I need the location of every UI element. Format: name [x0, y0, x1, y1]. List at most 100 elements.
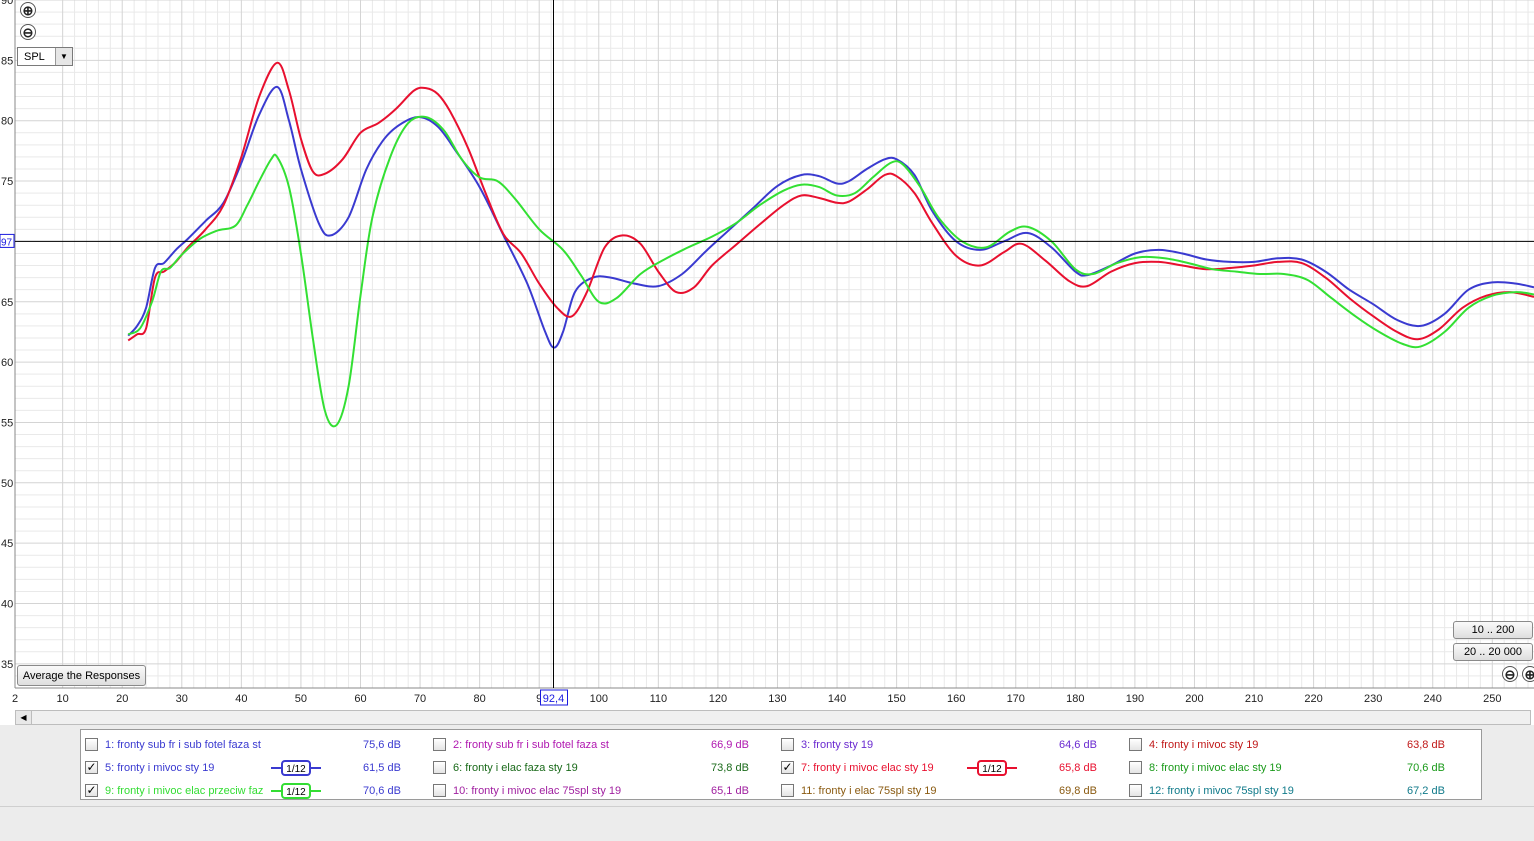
- legend-label: 7: fronty i mivoc elac sty 19: [801, 762, 934, 774]
- x-tick-label: 180: [1066, 693, 1084, 705]
- legend-checkbox[interactable]: ✓: [85, 784, 98, 797]
- legend-item-5[interactable]: ✓ 5: fronty i mivoc sty 19 1/12 61,5 dB: [85, 759, 430, 779]
- legend-label: 8: fronty i mivoc elac sty 19: [1149, 762, 1282, 774]
- legend-item-8[interactable]: 8: fronty i mivoc elac sty 19 70,6 dB: [1129, 759, 1474, 779]
- measurement-legend: 1: fronty sub fr i sub fotel faza st 75,6…: [80, 729, 1482, 800]
- legend-value: 67,2 dB: [1407, 785, 1445, 797]
- legend-value: 61,5 dB: [363, 762, 401, 774]
- legend-item-11[interactable]: 11: fronty i elac 75spl sty 19 69,8 dB: [781, 782, 1126, 802]
- scroll-left-icon[interactable]: ◀: [16, 711, 32, 724]
- horizontal-scrollbar[interactable]: ◀: [15, 710, 1531, 725]
- zoom-out-x-icon[interactable]: ⊖: [1502, 666, 1518, 682]
- legend-value: 73,8 dB: [711, 762, 749, 774]
- legend-label: 10: fronty i mivoc elac 75spl sty 19: [453, 785, 622, 797]
- zoom-in-x-icon[interactable]: ⊕: [1522, 666, 1534, 682]
- legend-item-12[interactable]: 12: fronty i mivoc 75spl sty 19 67,2 dB: [1129, 782, 1474, 802]
- x-tick-label: 250: [1483, 693, 1501, 705]
- legend-label: 9: fronty i mivoc elac przeciw faz: [105, 785, 264, 797]
- x-tick-label: 20: [116, 693, 128, 705]
- legend-checkbox[interactable]: [781, 784, 794, 797]
- range-20-20000-button[interactable]: 20 .. 20 000: [1453, 643, 1533, 661]
- x-tick-label: 130: [768, 693, 786, 705]
- y-tick-label: 55: [1, 417, 13, 429]
- cursor-y-readout: 97: [1, 237, 13, 248]
- legend-value: 75,6 dB: [363, 739, 401, 751]
- legend-label: 11: fronty i elac 75spl sty 19: [801, 785, 937, 797]
- legend-value: 65,8 dB: [1059, 762, 1097, 774]
- legend-checkbox[interactable]: [433, 738, 446, 751]
- x-tick-label: 220: [1304, 693, 1322, 705]
- x-tick-label: 30: [176, 693, 188, 705]
- x-tick-label: 110: [650, 693, 668, 705]
- x-tick-label: 200: [1185, 693, 1203, 705]
- smoothing-indicator[interactable]: 1/12: [967, 759, 1017, 777]
- legend-label: 5: fronty i mivoc sty 19: [105, 762, 215, 774]
- status-bar: [0, 806, 1534, 841]
- x-tick-label: 160: [947, 693, 965, 705]
- legend-label: 4: fronty i mivoc sty 19: [1149, 739, 1259, 751]
- legend-label: 3: fronty sty 19: [801, 739, 874, 751]
- x-tick-label: 80: [474, 693, 486, 705]
- legend-label: 6: fronty i elac faza sty 19: [453, 762, 578, 774]
- legend-checkbox[interactable]: [1129, 738, 1142, 751]
- legend-item-2[interactable]: 2: fronty sub fr i sub fotel faza st 66,9…: [433, 736, 778, 756]
- smoothing-label: 1/12: [286, 787, 306, 798]
- spl-select-value: SPL: [24, 51, 45, 63]
- smoothing-label: 1/12: [982, 764, 1002, 775]
- x-tick-label: 140: [828, 693, 846, 705]
- y-tick-label: 65: [1, 297, 13, 309]
- zoom-out-icon[interactable]: ⊖: [20, 24, 36, 40]
- y-tick-label: 40: [1, 599, 13, 611]
- x-tick-label: 190: [1126, 693, 1144, 705]
- x-tick-label: 210: [1245, 693, 1263, 705]
- spl-select[interactable]: SPL ▼: [17, 47, 73, 66]
- y-tick-label: 60: [1, 357, 13, 369]
- legend-value: 66,9 dB: [711, 739, 749, 751]
- smoothing-indicator[interactable]: 1/12: [271, 782, 321, 800]
- plot-background: [15, 0, 1534, 688]
- smoothing-label: 1/12: [286, 764, 306, 775]
- legend-value: 70,6 dB: [363, 785, 401, 797]
- legend-checkbox[interactable]: [1129, 761, 1142, 774]
- legend-checkbox[interactable]: ✓: [85, 761, 98, 774]
- legend-value: 70,6 dB: [1407, 762, 1445, 774]
- range-10-200-button[interactable]: 10 .. 200: [1453, 621, 1533, 639]
- smoothing-indicator[interactable]: 1/12: [271, 759, 321, 777]
- legend-item-9[interactable]: ✓ 9: fronty i mivoc elac przeciw faz 1/12…: [85, 782, 430, 802]
- frequency-response-chart[interactable]: 3540455055606570758085902102030405060708…: [0, 0, 1534, 710]
- legend-item-3[interactable]: 3: fronty sty 19 64,6 dB: [781, 736, 1126, 756]
- x-tick-label: 150: [887, 693, 905, 705]
- y-tick-label: 45: [1, 538, 13, 550]
- legend-checkbox[interactable]: [781, 738, 794, 751]
- y-tick-label: 85: [1, 55, 13, 67]
- legend-item-4[interactable]: 4: fronty i mivoc sty 19 63,8 dB: [1129, 736, 1474, 756]
- legend-value: 63,8 dB: [1407, 739, 1445, 751]
- legend-item-1[interactable]: 1: fronty sub fr i sub fotel faza st 75,6…: [85, 736, 430, 756]
- x-tick-label: 40: [235, 693, 247, 705]
- x-tick-label: 170: [1007, 693, 1025, 705]
- legend-value: 64,6 dB: [1059, 739, 1097, 751]
- legend-checkbox[interactable]: ✓: [781, 761, 794, 774]
- y-tick-label: 90: [1, 0, 13, 7]
- legend-label: 12: fronty i mivoc 75spl sty 19: [1149, 785, 1294, 797]
- legend-value: 65,1 dB: [711, 785, 749, 797]
- y-tick-label: 50: [1, 478, 13, 490]
- legend-item-10[interactable]: 10: fronty i mivoc elac 75spl sty 19 65,1…: [433, 782, 778, 802]
- x-tick-label: 100: [590, 693, 608, 705]
- x-tick-label: 10: [57, 693, 69, 705]
- legend-checkbox[interactable]: [1129, 784, 1142, 797]
- chevron-down-icon[interactable]: ▼: [55, 48, 72, 65]
- legend-checkbox[interactable]: [433, 784, 446, 797]
- average-responses-button[interactable]: Average the Responses: [17, 665, 146, 686]
- y-tick-label: 75: [1, 176, 13, 188]
- legend-item-6[interactable]: 6: fronty i elac faza sty 19 73,8 dB: [433, 759, 778, 779]
- cursor-x-readout: 92,4: [543, 693, 564, 705]
- x-tick-label: 60: [354, 693, 366, 705]
- legend-label: 2: fronty sub fr i sub fotel faza st: [453, 739, 609, 751]
- legend-checkbox[interactable]: [433, 761, 446, 774]
- legend-checkbox[interactable]: [85, 738, 98, 751]
- zoom-in-icon[interactable]: ⊕: [20, 2, 36, 18]
- x-tick-label: 50: [295, 693, 307, 705]
- legend-item-7[interactable]: ✓ 7: fronty i mivoc elac sty 19 1/12 65,8 …: [781, 759, 1126, 779]
- y-tick-label: 35: [1, 659, 13, 671]
